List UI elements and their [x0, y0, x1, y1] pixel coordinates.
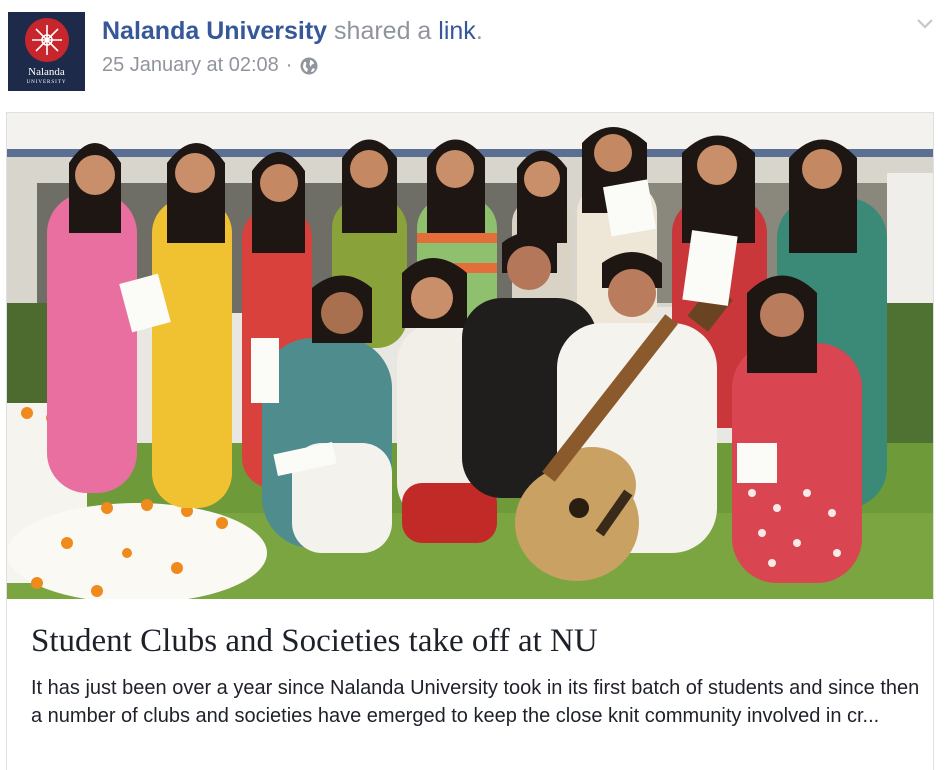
avatar-brand-subtext: UNIVERSITY: [26, 80, 67, 85]
post-timestamp[interactable]: 25 January at 02:08: [102, 54, 279, 77]
post-title-line: Nalanda University shared a link.: [102, 14, 483, 48]
link-preview-image[interactable]: [7, 113, 933, 599]
link-preview-description: It has just been over a year since Nalan…: [31, 677, 920, 727]
post-header: Nalanda UNIVERSITY Nalanda University sh…: [0, 0, 948, 112]
period-text: .: [475, 17, 483, 45]
group-photo: [7, 113, 933, 599]
link-preview-card[interactable]: Student Clubs and Societies take off at …: [6, 112, 934, 770]
post-header-text: Nalanda University shared a link. 25 Jan…: [102, 14, 483, 77]
page-avatar[interactable]: Nalanda UNIVERSITY: [8, 12, 85, 91]
globe-icon[interactable]: [299, 56, 319, 76]
nalanda-seal-logo: [25, 18, 69, 62]
link-word[interactable]: link: [438, 17, 476, 45]
link-preview-title[interactable]: Student Clubs and Societies take off at …: [31, 621, 911, 661]
post-meta-line: 25 January at 02:08 ·: [102, 54, 483, 77]
meta-separator: ·: [285, 54, 293, 76]
shared-text: shared a: [334, 17, 432, 45]
page-name-link[interactable]: Nalanda University: [102, 17, 327, 45]
avatar-brand-text: Nalanda: [28, 66, 65, 78]
chevron-down-icon[interactable]: [914, 16, 936, 32]
